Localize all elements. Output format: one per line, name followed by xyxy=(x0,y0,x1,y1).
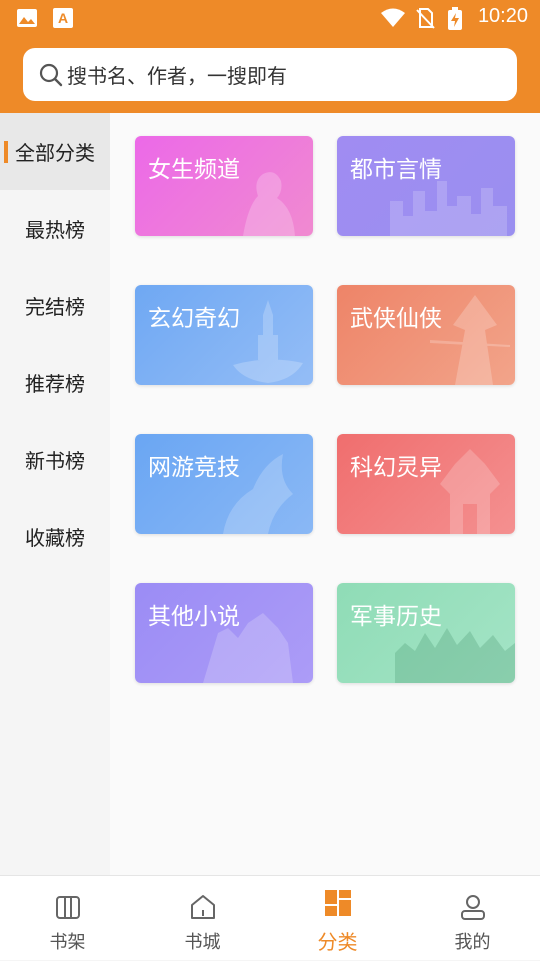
sidebar-item-all-categories[interactable]: 全部分类 xyxy=(0,113,110,190)
category-label: 科幻灵异 xyxy=(350,455,442,481)
tab-mine[interactable]: 我的 xyxy=(405,876,540,961)
tab-category[interactable]: 分类 xyxy=(270,876,405,961)
tab-bookstore[interactable]: 书城 xyxy=(135,876,270,961)
category-card-wuxia[interactable]: 武侠仙侠 xyxy=(337,285,515,385)
category-label: 网游竞技 xyxy=(148,455,240,481)
status-bar: A 10:20 xyxy=(0,0,540,36)
category-card-military[interactable]: 军事历史 xyxy=(337,583,515,683)
sidebar-item-label: 新书榜 xyxy=(25,449,85,473)
search-icon xyxy=(39,63,63,86)
tab-label: 书架 xyxy=(49,932,86,953)
wifi-icon xyxy=(381,8,405,27)
sidebar-item-recommended[interactable]: 推荐榜 xyxy=(0,344,110,421)
home-icon xyxy=(190,895,215,919)
app-header: A 10:20 搜书名、作者，一搜即有 xyxy=(0,0,540,113)
tab-label: 书城 xyxy=(184,932,221,953)
category-grid: 女生频道 都市言情 玄幻奇幻 武侠仙侠 网游竞技 科幻灵异 其他小说 军事历史 xyxy=(110,113,540,875)
active-indicator xyxy=(4,141,8,163)
city-skyline-icon xyxy=(390,181,507,236)
sidebar-item-finished[interactable]: 完结榜 xyxy=(0,267,110,344)
category-label: 其他小说 xyxy=(148,604,240,630)
gallery-notification-icon xyxy=(17,9,37,27)
sidebar-item-label: 收藏榜 xyxy=(25,526,85,550)
sidebar-item-label: 最热榜 xyxy=(25,218,85,242)
app-notification-icon: A xyxy=(53,8,73,28)
search-placeholder: 搜书名、作者，一搜即有 xyxy=(67,64,287,88)
category-card-female[interactable]: 女生频道 xyxy=(135,136,313,236)
ranking-sidebar: 全部分类 最热榜 完结榜 推荐榜 新书榜 收藏榜 xyxy=(0,113,110,875)
sidebar-item-label: 推荐榜 xyxy=(25,372,85,396)
category-card-fantasy[interactable]: 玄幻奇幻 xyxy=(135,285,313,385)
sidebar-item-label: 全部分类 xyxy=(15,141,95,165)
sidebar-item-favorites[interactable]: 收藏榜 xyxy=(0,498,110,575)
sidebar-item-new[interactable]: 新书榜 xyxy=(0,421,110,498)
clock: 10:20 xyxy=(477,5,528,27)
category-label: 玄幻奇幻 xyxy=(148,306,240,332)
category-label: 军事历史 xyxy=(350,604,442,630)
category-card-gaming[interactable]: 网游竞技 xyxy=(135,434,313,534)
tab-label: 分类 xyxy=(317,930,358,954)
category-grid-icon xyxy=(324,890,351,916)
tab-label: 我的 xyxy=(454,932,491,953)
category-label: 武侠仙侠 xyxy=(350,306,442,332)
category-card-scifi[interactable]: 科幻灵异 xyxy=(337,434,515,534)
category-label: 都市言情 xyxy=(350,157,442,183)
profile-icon xyxy=(460,895,485,920)
category-card-urban[interactable]: 都市言情 xyxy=(337,136,515,236)
battery-charging-icon xyxy=(448,7,462,30)
category-card-other[interactable]: 其他小说 xyxy=(135,583,313,683)
bottom-tab-bar: 书架 书城 分类 我的 xyxy=(0,875,540,960)
bookshelf-icon xyxy=(55,896,80,919)
category-label: 女生频道 xyxy=(148,157,240,183)
sidebar-item-hot[interactable]: 最热榜 xyxy=(0,190,110,267)
no-sim-icon xyxy=(416,8,435,29)
search-bar[interactable]: 搜书名、作者，一搜即有 xyxy=(23,48,517,101)
tab-bookshelf[interactable]: 书架 xyxy=(0,876,135,961)
sidebar-item-label: 完结榜 xyxy=(25,295,85,319)
svg-text:A: A xyxy=(58,10,68,26)
